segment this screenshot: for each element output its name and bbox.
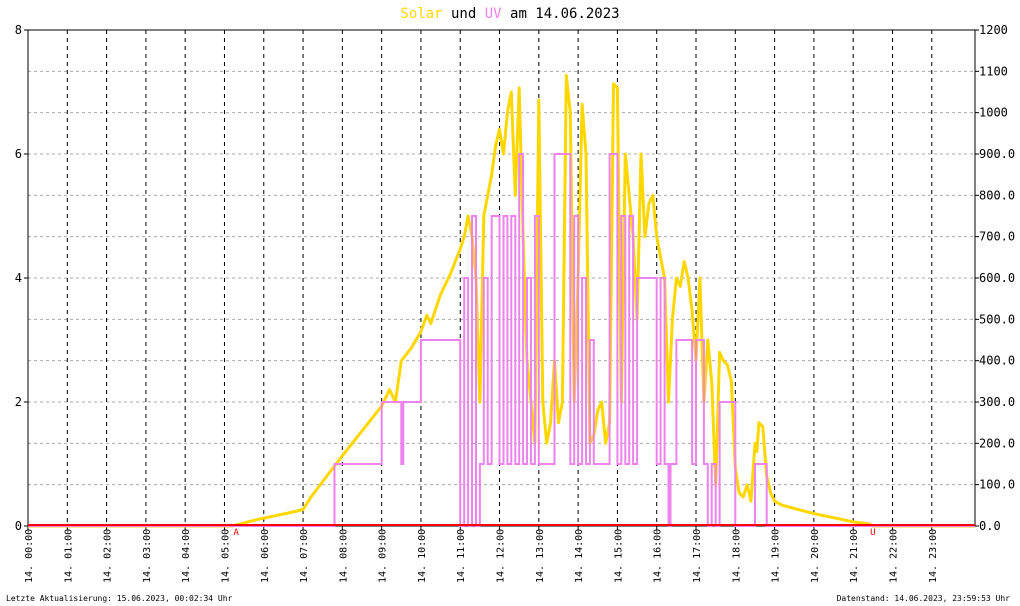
series-solar [28, 74, 975, 528]
sunset-marker: U [870, 528, 875, 538]
x-tick-label: 14. 20:00 [810, 529, 821, 583]
left-tick-label: 4 [15, 271, 22, 285]
x-tick-label: 14. 09:00 [378, 529, 389, 583]
left-tick-label: 2 [15, 395, 22, 409]
x-tick-label: 14. 08:00 [338, 529, 349, 583]
x-tick-label: 14. 11:00 [456, 529, 467, 583]
x-tick-label: 14. 01:00 [63, 529, 74, 583]
x-tick-label: 14. 03:00 [142, 529, 153, 583]
right-tick-label: 800.0 [979, 188, 1015, 202]
x-tick-label: 14. 10:00 [417, 529, 428, 583]
x-tick-label: 14. 12:00 [496, 529, 507, 583]
right-tick-label: 900.0 [979, 147, 1015, 161]
x-tick-label: 14. 16:00 [653, 529, 664, 583]
x-tick-label: 14. 15:00 [613, 529, 624, 583]
x-tick-label: 14. 23:00 [928, 529, 939, 583]
right-tick-label: 200.0 [979, 436, 1015, 450]
x-tick-label: 14. 13:00 [535, 529, 546, 583]
x-tick-label: 14. 19:00 [771, 529, 782, 583]
x-tick-label: 14. 22:00 [888, 529, 899, 583]
right-tick-label: 0.0 [979, 519, 1001, 533]
last-update-text: Letzte Aktualisierung: 15.06.2023, 00:02… [6, 594, 233, 603]
x-tick-label: 14. 06:00 [260, 529, 271, 583]
series-uv [28, 153, 975, 527]
left-tick-label: 6 [15, 147, 22, 161]
right-tick-label: 700.0 [979, 230, 1015, 244]
left-tick-label: 8 [15, 23, 22, 37]
title-uv: UV [485, 6, 502, 22]
x-tick-label: 14. 17:00 [692, 529, 703, 583]
right-tick-label: 1200 [979, 23, 1008, 37]
right-y-axis: 0.0 100.0 200.0 300.0 400.0 500.0 600.0 700.0 80… [975, 23, 1015, 533]
x-axis: 14. 00:00 14. 01:00 14. 02:00 14. 03:00 14. … [24, 526, 939, 583]
x-tick-label: 14. 00:00 [24, 529, 35, 583]
x-tick-label: 14. 05:00 [220, 529, 231, 583]
right-tick-label: 500.0 [979, 312, 1015, 326]
right-tick-label: 600.0 [979, 271, 1015, 285]
data-status-text: Datenstand: 14.06.2023, 23:59:53 Uhr [836, 594, 1010, 603]
right-tick-label: 100.0 [979, 478, 1015, 492]
right-tick-label: 400.0 [979, 354, 1015, 368]
sunrise-marker: A [234, 528, 240, 538]
x-tick-label: 14. 18:00 [731, 529, 742, 583]
x-tick-label: 14. 02:00 [103, 529, 114, 583]
title-date: am 14.06.2023 [510, 6, 620, 22]
left-y-axis: 0 2 4 6 8 [15, 23, 28, 533]
x-tick-label: 14. 21:00 [849, 529, 860, 583]
title-und: und [451, 6, 476, 22]
chart-title: Solar und UV am 14.06.2023 [400, 6, 619, 22]
x-tick-label: 14. 14:00 [574, 529, 585, 583]
solar-uv-chart: 0 2 4 6 8 0.0 100.0 200.0 300.0 400.0 500.0 600.0 7… [15, 6, 1015, 583]
right-tick-label: 1100 [979, 64, 1008, 78]
x-tick-label: 14. 07:00 [299, 529, 310, 583]
title-solar: Solar [400, 6, 442, 22]
grid-lines [28, 30, 975, 526]
x-tick-label: 14. 04:00 [181, 529, 192, 583]
right-tick-label: 300.0 [979, 395, 1015, 409]
left-tick-label: 0 [15, 519, 22, 533]
right-tick-label: 1000 [979, 106, 1008, 120]
